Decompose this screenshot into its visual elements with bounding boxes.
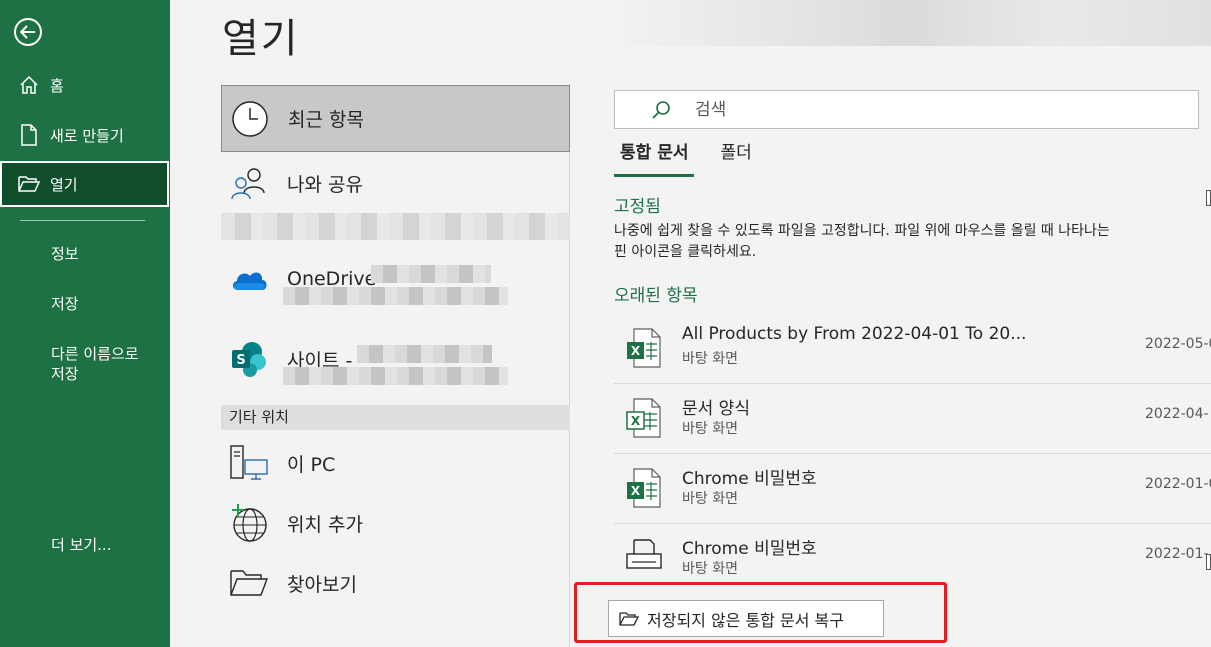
backstage-nav: 홈 새로 만들기 열기 정보 저장 다른 이름으로 저장 더 보기... [0,0,170,647]
file-date: 2022-01-0 [1145,476,1211,492]
file-path: 바탕 화면 [682,351,738,367]
printer-icon [626,539,662,569]
file-row[interactable]: X Chrome 비밀번호 바탕 화면 2022-01-0 [614,454,1211,524]
search-box[interactable] [614,90,1199,129]
older-section-title: 오래된 항목 [614,286,698,306]
location-recent[interactable]: 최근 항목 [221,85,570,152]
globe-add-icon [229,503,269,543]
scroll-marker[interactable] [1206,554,1211,570]
pinned-description: 나중에 쉽게 찾을 수 있도록 파일을 고정합니다. 파일 위에 마우스를 올릴… [614,221,1199,263]
location-shared-label: 나와 공유 [287,173,363,196]
back-arrow-icon [20,25,35,39]
onedrive-cloud-icon [229,259,269,299]
file-path: 바탕 화면 [682,491,738,507]
new-document-icon [18,124,40,146]
location-add-place[interactable]: 위치 추가 [221,497,570,549]
tab-workbooks[interactable]: 통합 문서 [614,140,695,177]
nav-new-label: 새로 만들기 [50,126,124,145]
location-browse[interactable]: 찾아보기 [221,557,570,609]
scroll-marker[interactable] [1206,190,1211,206]
svg-text:S: S [236,353,245,368]
file-name: 문서 양식 [682,399,750,419]
open-folder-icon [619,611,639,627]
redacted-account [221,213,570,240]
file-name: Chrome 비밀번호 [682,469,817,489]
home-icon [18,74,40,96]
file-row[interactable]: Chrome 비밀번호 바탕 화면 2022-01- [614,524,1211,576]
nav-home-label: 홈 [50,76,64,95]
search-input[interactable] [693,98,1147,121]
nav-save-as-line2: 저장 [51,365,79,383]
nav-open[interactable]: 열기 [0,161,169,207]
redacted-site-path [283,367,508,385]
nav-info[interactable]: 정보 [51,244,79,264]
open-folder-icon [18,173,40,195]
folder-icon [229,563,269,603]
locations-list: 최근 항목 나와 공유 OneDrive - S 사이트 - 기타 위치 이 P… [221,85,570,647]
pinned-section-title: 고정됨 [614,197,661,217]
nav-new[interactable]: 새로 만들기 [0,112,170,158]
file-name: All Products by From 2022-04-01 To 20... [682,324,1027,344]
file-row[interactable]: X 문서 양식 바탕 화면 2022-04- [614,384,1211,454]
header-decoration [600,0,1211,46]
nav-more[interactable]: 더 보기... [51,535,111,555]
nav-divider [20,220,145,221]
nav-save-as[interactable]: 다른 이름으로 저장 [51,344,139,384]
redacted-site-name [357,345,492,363]
computer-icon [229,443,269,483]
svg-text:X: X [631,414,641,428]
excel-template-icon: X [626,398,661,438]
pinned-description-line1: 나중에 쉽게 찾을 수 있도록 파일을 고정합니다. 파일 위에 마우스를 올릴… [614,223,1110,239]
svg-text:X: X [631,344,641,358]
file-name: Chrome 비밀번호 [682,539,817,559]
excel-workbook-icon: X [627,468,661,508]
location-this-pc[interactable]: 이 PC [221,437,570,489]
page-title: 열기 [222,16,300,62]
file-date: 2022-05-0 [1145,336,1211,352]
file-path: 바탕 화면 [682,421,738,437]
location-browse-label: 찾아보기 [287,573,357,596]
nav-save[interactable]: 저장 [51,294,79,314]
other-locations-header: 기타 위치 [221,405,570,430]
nav-open-label: 열기 [50,175,78,194]
people-icon [229,163,269,203]
location-shared[interactable]: 나와 공유 [221,157,570,209]
location-this-pc-label: 이 PC [287,453,336,476]
file-row[interactable]: X All Products by From 2022-04-01 To 20.… [614,314,1211,384]
recover-unsaved-workbooks-button[interactable]: 저장되지 않은 통합 문서 복구 [608,600,884,637]
file-date: 2022-04- [1145,406,1209,422]
file-path: 바탕 화면 [682,561,738,576]
excel-workbook-icon: X [627,328,661,368]
tab-folders[interactable]: 폴더 [714,140,757,174]
redacted-onedrive-path [283,287,508,305]
clock-icon [230,99,270,139]
back-button[interactable] [14,18,42,46]
nav-save-as-line1: 다른 이름으로 [51,345,139,363]
redacted-onedrive-name [371,265,491,283]
sharepoint-icon: S [229,339,269,379]
location-add-place-label: 위치 추가 [287,513,363,536]
pinned-description-line2: 핀 아이콘을 클릭하세요. [614,244,757,260]
nav-home[interactable]: 홈 [0,62,170,108]
file-date: 2022-01- [1145,546,1209,562]
file-type-tabs: 통합 문서 폴더 [614,140,778,177]
search-icon [651,100,671,120]
recover-button-label: 저장되지 않은 통합 문서 복구 [647,610,844,630]
svg-text:X: X [631,484,641,498]
location-recent-label: 최근 항목 [288,109,364,131]
